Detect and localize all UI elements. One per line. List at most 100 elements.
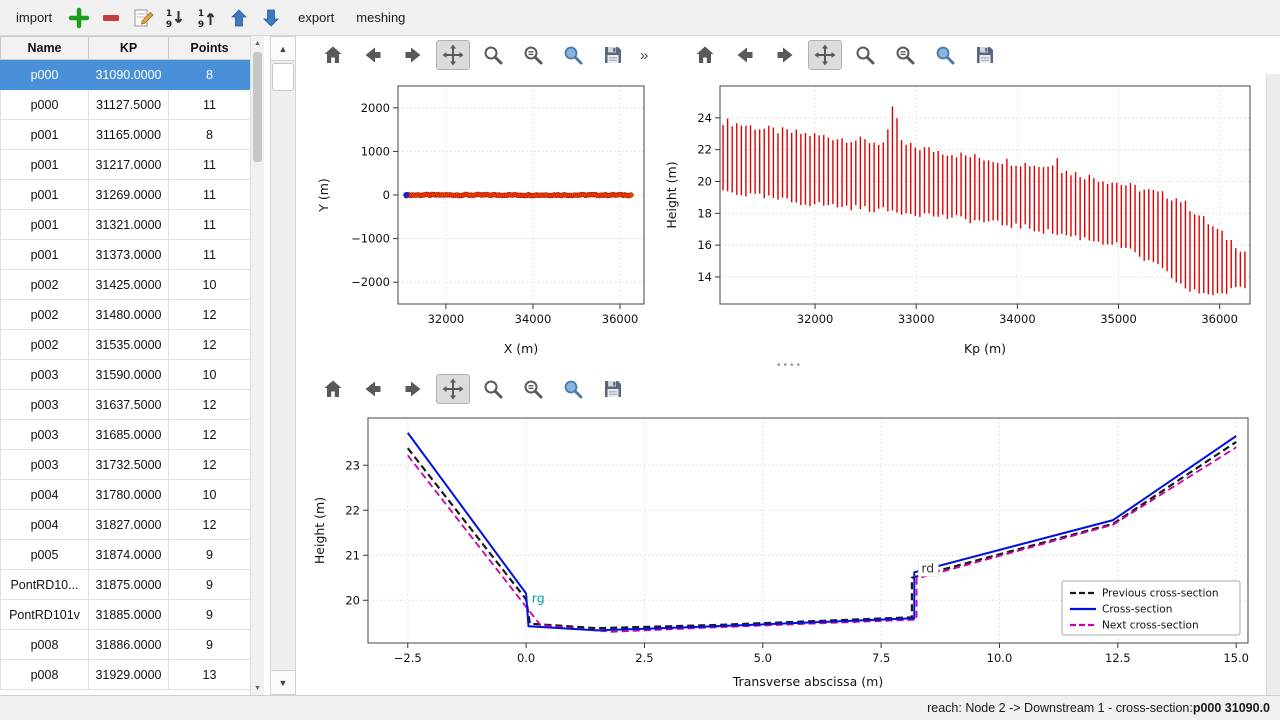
table-row[interactable]: p00131165.00008: [1, 120, 251, 150]
table-row[interactable]: p00331637.500012: [1, 390, 251, 420]
table-row[interactable]: p00131321.000011: [1, 210, 251, 240]
mpl-subplots-button[interactable]: [888, 40, 922, 70]
xy-plot-toolbar: »: [300, 40, 662, 70]
mpl-forward-button[interactable]: [396, 40, 430, 70]
svg-text:20: 20: [697, 174, 712, 188]
svg-text:34000: 34000: [515, 312, 552, 326]
xy-plan-chart[interactable]: 320003400036000−2000−1000010002000X (m)Y…: [300, 74, 658, 362]
panel-scroll-down-button[interactable]: ▼: [271, 670, 295, 694]
top-charts-row: 320003400036000−2000−1000010002000X (m)Y…: [300, 74, 1280, 362]
menu-meshing[interactable]: meshing: [346, 4, 415, 31]
menu-import[interactable]: import: [6, 4, 62, 31]
mpl-zoom-button[interactable]: [476, 40, 510, 70]
top-toolbars-row: »: [300, 36, 1280, 74]
mpl-back-button[interactable]: [356, 40, 390, 70]
cell-name: p003: [1, 450, 89, 480]
table-row[interactable]: p00031127.500011: [1, 90, 251, 120]
table-row[interactable]: PontRD10...31875.00009: [1, 570, 251, 600]
toolbar-overflow-chevron[interactable]: »: [636, 47, 648, 64]
table-row[interactable]: p00831886.00009: [1, 630, 251, 660]
remove-cross-section-button[interactable]: [96, 4, 126, 32]
table-row[interactable]: p00331590.000010: [1, 360, 251, 390]
mpl-home-button[interactable]: [316, 374, 350, 404]
mpl-customize-button[interactable]: [928, 40, 962, 70]
svg-text:Next cross-section: Next cross-section: [1102, 620, 1199, 632]
move-down-button[interactable]: [256, 4, 286, 32]
column-header-points[interactable]: Points: [169, 37, 251, 60]
statusbar-text: reach: Node 2 -> Downstream 1 - cross-se…: [927, 701, 1193, 715]
sort-descending-button[interactable]: 19: [192, 4, 222, 32]
mpl-save-button[interactable]: [596, 374, 630, 404]
table-row[interactable]: p00431827.000012: [1, 510, 251, 540]
table-row[interactable]: p00031090.00008: [1, 60, 251, 90]
cell-points: 8: [169, 120, 251, 150]
cell-name: p003: [1, 360, 89, 390]
mpl-subplots-button[interactable]: [516, 40, 550, 70]
table-scrollbar-thumb[interactable]: [253, 52, 262, 162]
table-row[interactable]: p00331685.000012: [1, 420, 251, 450]
table-row[interactable]: p00231425.000010: [1, 270, 251, 300]
statusbar: reach: Node 2 -> Downstream 1 - cross-se…: [0, 695, 1280, 720]
cell-kp: 31885.0000: [89, 600, 169, 630]
pan-icon: [813, 43, 837, 67]
svg-text:33000: 33000: [898, 312, 935, 326]
svg-text:20: 20: [345, 593, 360, 607]
mpl-home-button[interactable]: [316, 40, 350, 70]
mpl-subplots-button[interactable]: [516, 374, 550, 404]
cell-name: p000: [1, 60, 89, 90]
move-up-button[interactable]: [224, 4, 254, 32]
mpl-back-button[interactable]: [728, 40, 762, 70]
table-row[interactable]: p00231535.000012: [1, 330, 251, 360]
svg-text:9: 9: [166, 20, 172, 29]
table-row[interactable]: p00131269.000011: [1, 180, 251, 210]
mpl-save-button[interactable]: [968, 40, 1002, 70]
table-row[interactable]: p00831929.000013: [1, 660, 251, 690]
cell-name: p003: [1, 420, 89, 450]
mpl-customize-button[interactable]: [556, 40, 590, 70]
svg-text:18: 18: [697, 206, 712, 220]
column-header-kp[interactable]: KP: [89, 37, 169, 60]
table-row[interactable]: p00231480.000012: [1, 300, 251, 330]
panel-scrollbar-thumb[interactable]: [272, 63, 294, 91]
horizontal-splitter[interactable]: ••••: [300, 362, 1280, 370]
table-row[interactable]: p00131373.000011: [1, 240, 251, 270]
table-scrollbar[interactable]: ▲ ▼: [250, 36, 264, 695]
mpl-forward-button[interactable]: [768, 40, 802, 70]
svg-text:22: 22: [697, 143, 712, 157]
edit-cross-section-button[interactable]: [128, 4, 158, 32]
panel-scroll-up-button[interactable]: ▲: [271, 37, 295, 61]
mpl-forward-button[interactable]: [396, 374, 430, 404]
cell-kp: 31321.0000: [89, 210, 169, 240]
scroll-down-icon[interactable]: ▼: [251, 681, 265, 695]
table-row[interactable]: p00431780.000010: [1, 480, 251, 510]
mpl-save-button[interactable]: [596, 40, 630, 70]
mpl-zoom-button[interactable]: [848, 40, 882, 70]
mpl-pan-button[interactable]: [436, 40, 470, 70]
sort-ascending-button[interactable]: 19: [160, 4, 190, 32]
svg-text:Kp (m): Kp (m): [964, 341, 1006, 356]
mpl-pan-button[interactable]: [436, 374, 470, 404]
cell-points: 10: [169, 270, 251, 300]
cross-section-chart[interactable]: −2.50.02.55.07.510.012.515.020212223Tran…: [300, 408, 1264, 695]
move-down-icon: [260, 7, 282, 29]
panel-scrollbar[interactable]: ▲ ▼: [270, 36, 296, 695]
svg-text:0.0: 0.0: [517, 651, 535, 665]
mpl-customize-button[interactable]: [556, 374, 590, 404]
column-header-name[interactable]: Name: [1, 37, 89, 60]
svg-text:7.5: 7.5: [872, 651, 890, 665]
svg-text:Y (m): Y (m): [316, 178, 331, 213]
table-row[interactable]: p00531874.00009: [1, 540, 251, 570]
mpl-back-button[interactable]: [356, 374, 390, 404]
mpl-pan-button[interactable]: [808, 40, 842, 70]
forward-icon: [773, 43, 797, 67]
longitudinal-profile-chart[interactable]: 3200033000340003500036000141618202224Kp …: [658, 74, 1264, 362]
table-row[interactable]: PontRD101v31885.00009: [1, 600, 251, 630]
table-row[interactable]: p00131217.000011: [1, 150, 251, 180]
mpl-home-button[interactable]: [688, 40, 722, 70]
table-row[interactable]: p00331732.500012: [1, 450, 251, 480]
menu-export[interactable]: export: [288, 4, 344, 31]
mpl-zoom-button[interactable]: [476, 374, 510, 404]
svg-text:−2.5: −2.5: [394, 651, 422, 665]
add-cross-section-button[interactable]: [64, 4, 94, 32]
scroll-up-icon[interactable]: ▲: [251, 36, 265, 50]
